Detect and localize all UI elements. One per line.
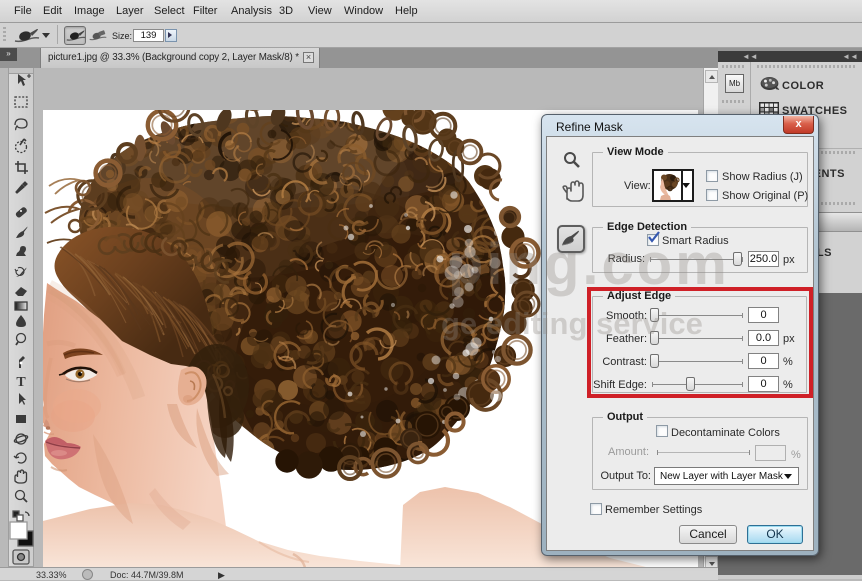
svg-text:T: T (16, 375, 26, 390)
